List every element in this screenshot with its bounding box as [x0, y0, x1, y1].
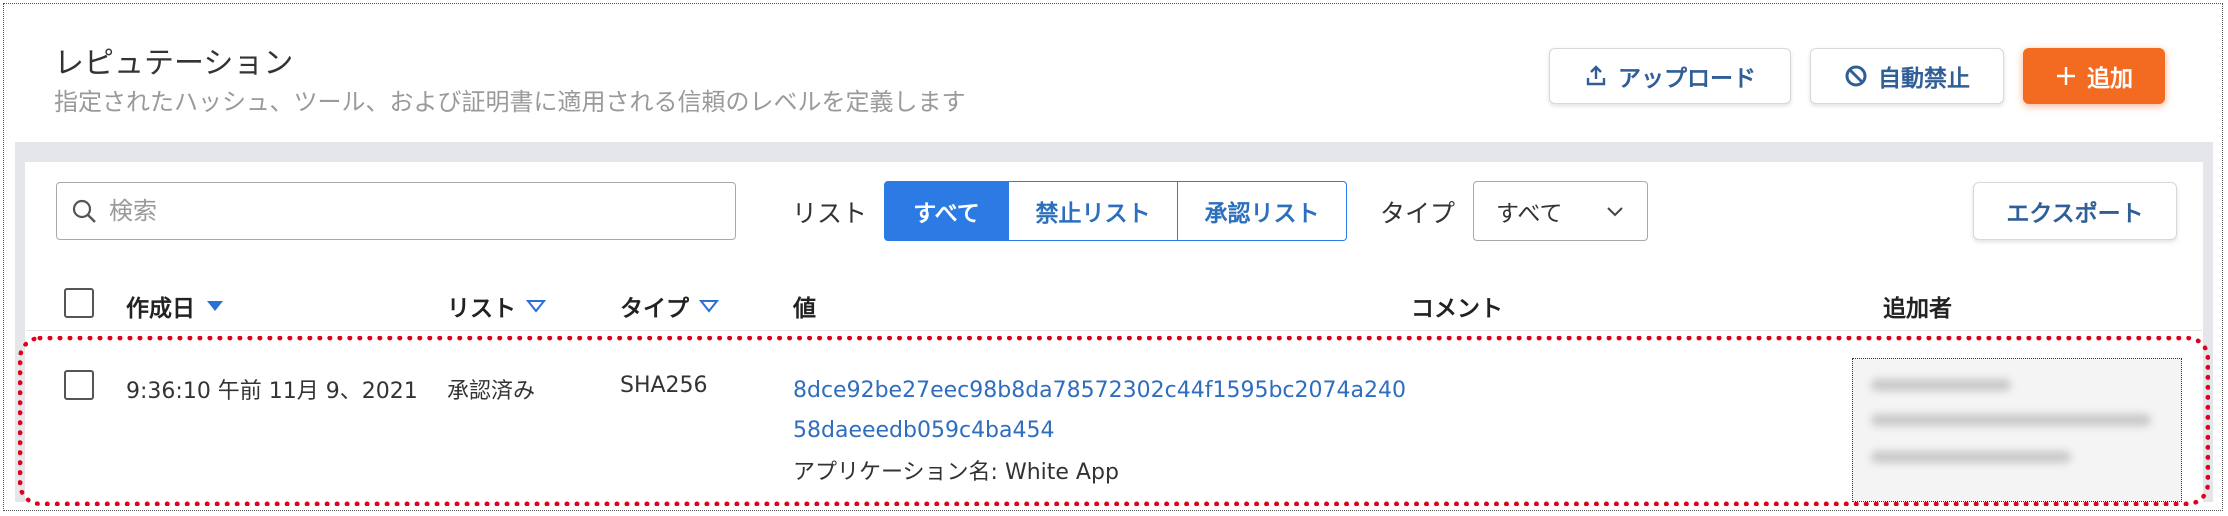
upload-icon — [1586, 65, 1606, 86]
segment-blocklist[interactable]: 禁止リスト — [1009, 181, 1178, 241]
column-value-header: 値 — [793, 296, 816, 322]
row-created: 9:36:10 午前 11月 9、2021 — [126, 379, 418, 404]
type-filter-label: タイプ — [1380, 199, 1456, 228]
list-filter-label: リスト — [792, 199, 868, 228]
auto-ban-label: 自動禁止 — [1878, 66, 1970, 92]
type-select[interactable]: すべて — [1473, 181, 1648, 241]
column-type-header[interactable]: タイプ — [620, 289, 719, 323]
column-list-header[interactable]: リスト — [447, 289, 546, 323]
upload-button[interactable]: アップロード — [1549, 48, 1791, 104]
upload-label: アップロード — [1618, 66, 1756, 92]
search-input[interactable] — [107, 196, 711, 226]
page-title: レピュテーション — [54, 46, 294, 81]
segment-approvelist[interactable]: 承認リスト — [1178, 181, 1347, 241]
export-button[interactable]: エクスポート — [1973, 182, 2177, 240]
add-button[interactable]: 追加 — [2023, 48, 2165, 104]
type-select-value: すべて — [1496, 201, 1563, 227]
select-all-checkbox[interactable] — [64, 288, 94, 318]
column-created-label: 作成日 — [126, 296, 195, 322]
sort-down-icon — [207, 301, 223, 311]
column-created-header[interactable]: 作成日 — [126, 289, 225, 323]
added-by-redacted — [1852, 358, 2182, 502]
column-type-label: タイプ — [620, 296, 689, 322]
content-band — [15, 142, 2213, 162]
row-app-name: アプリケーション名: White App — [793, 460, 1119, 485]
row-hash-link-line1[interactable]: 8dce92be27eec98b8da78572302c44f1595bc207… — [793, 378, 1406, 403]
sort-outline-icon — [699, 300, 719, 313]
row-hash-link-line2[interactable]: 58daeeedb059c4ba454 — [793, 418, 1055, 443]
column-added-by-header: 追加者 — [1883, 296, 1952, 322]
column-comment-header: コメント — [1411, 296, 1503, 322]
list-filter-segmented: すべて 禁止リスト 承認リスト — [884, 181, 1347, 241]
sort-outline-icon — [526, 300, 546, 313]
chevron-down-icon — [1607, 207, 1623, 217]
header-divider — [26, 330, 2202, 331]
column-list-label: リスト — [447, 296, 516, 322]
row-checkbox[interactable] — [64, 370, 94, 400]
row-type: SHA256 — [620, 373, 708, 398]
row-list: 承認済み — [447, 379, 536, 404]
segment-all[interactable]: すべて — [884, 181, 1009, 241]
plus-icon — [2057, 67, 2075, 85]
search-icon — [72, 199, 96, 223]
page-subtitle: 指定されたハッシュ、ツール、および証明書に適用される信頼のレベルを定義します — [54, 88, 966, 116]
auto-ban-button[interactable]: 自動禁止 — [1810, 48, 2004, 104]
search-box[interactable] — [56, 182, 736, 240]
add-label: 追加 — [2087, 66, 2133, 92]
ban-icon — [1845, 65, 1867, 87]
